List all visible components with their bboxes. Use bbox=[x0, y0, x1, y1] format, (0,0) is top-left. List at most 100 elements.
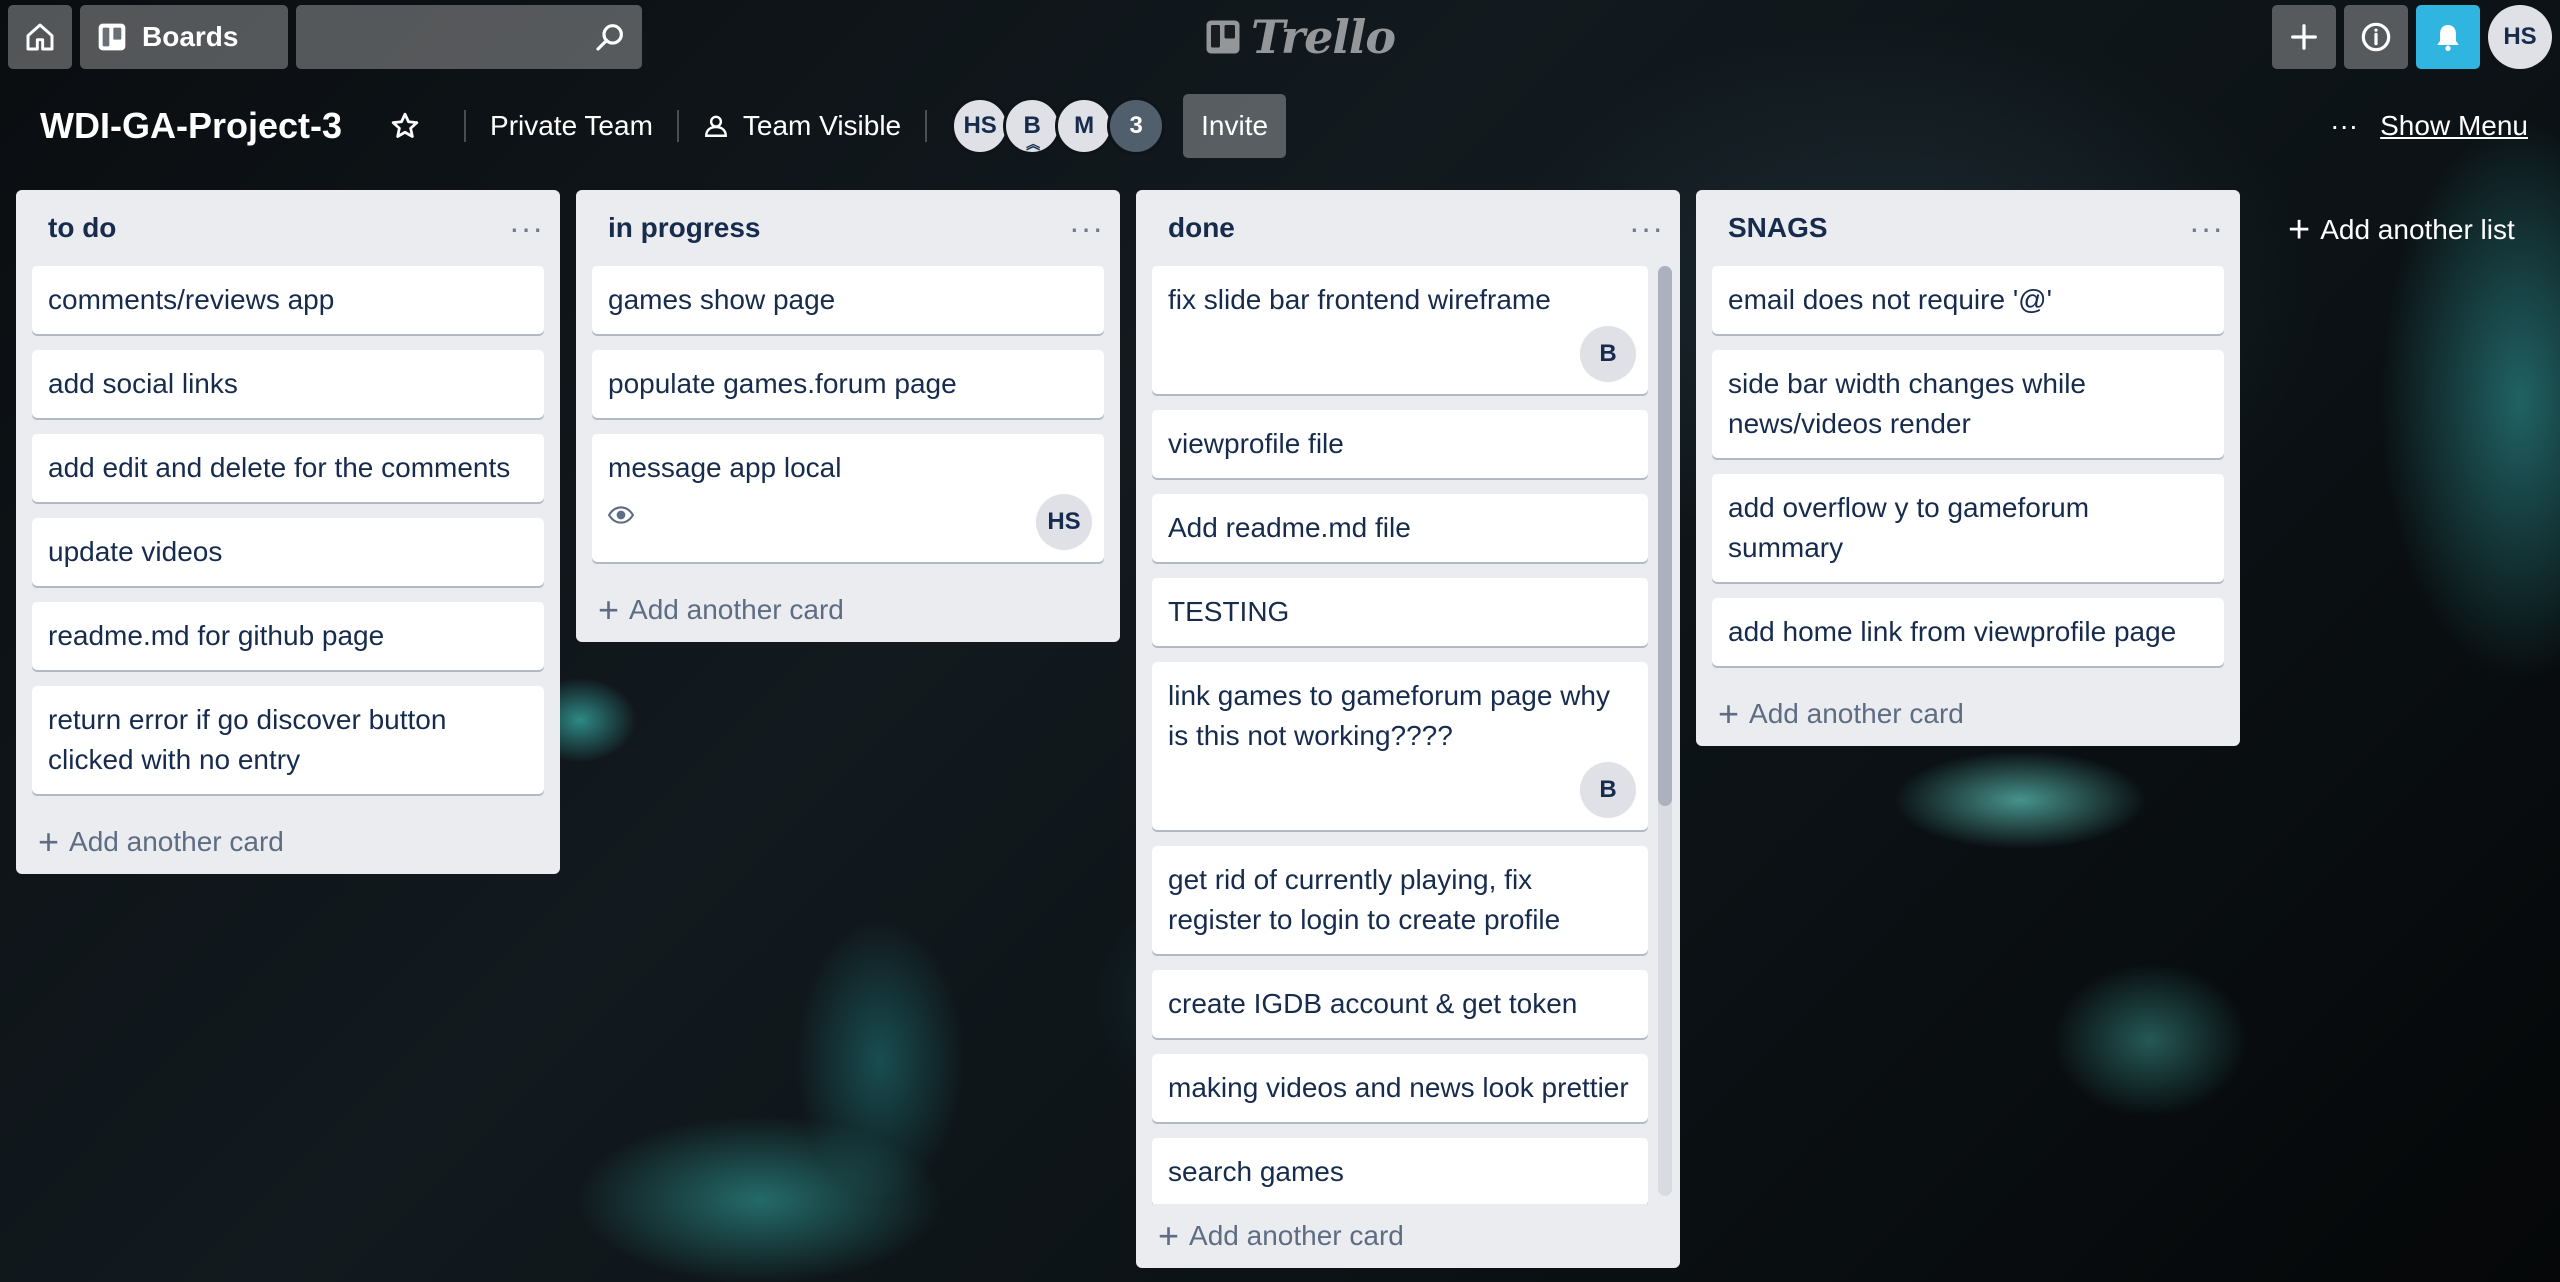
scrollbar-thumb[interactable] bbox=[1658, 266, 1672, 806]
card[interactable]: TESTING bbox=[1152, 578, 1648, 646]
add-card-button[interactable]: + Add another card bbox=[1696, 682, 2240, 746]
show-menu-label: Show Menu bbox=[2380, 110, 2528, 141]
card-member-avatar[interactable]: B bbox=[1580, 762, 1636, 818]
member-avatar[interactable]: M bbox=[1055, 97, 1114, 155]
card[interactable]: side bar width changes while news/videos… bbox=[1712, 350, 2224, 458]
card[interactable]: viewprofile file bbox=[1152, 410, 1648, 478]
card[interactable]: comments/reviews app bbox=[32, 266, 544, 334]
card[interactable]: populate games.forum page bbox=[592, 350, 1104, 418]
trello-logo-text: Trello bbox=[1251, 10, 1396, 64]
add-card-label: Add another card bbox=[1189, 1220, 1404, 1251]
card-title: fix slide bar frontend wireframe bbox=[1168, 284, 1551, 315]
card[interactable]: add edit and delete for the comments bbox=[32, 434, 544, 502]
card-title: message app local bbox=[608, 452, 842, 483]
card-list: email does not require '@' side bar widt… bbox=[1696, 266, 2240, 666]
visibility-button[interactable]: Team Visible bbox=[703, 110, 901, 142]
list-done: done ··· fix slide bar frontend wirefram… bbox=[1136, 190, 1680, 1268]
card-member-avatar[interactable]: HS bbox=[1036, 494, 1092, 550]
card[interactable]: add home link from viewprofile page bbox=[1712, 598, 2224, 666]
card[interactable]: return error if go discover button click… bbox=[32, 686, 544, 794]
plus-icon bbox=[2291, 24, 2317, 50]
list-in-progress: in progress ··· games show page populate… bbox=[576, 190, 1120, 642]
boards-label: Boards bbox=[142, 21, 239, 52]
plus-icon: + bbox=[598, 589, 620, 630]
list-scrollbar[interactable] bbox=[1658, 266, 1672, 1196]
list-title[interactable]: to do bbox=[48, 212, 116, 244]
list-header: SNAGS ··· bbox=[1696, 190, 2240, 266]
card[interactable]: create IGDB account & get token bbox=[1152, 970, 1648, 1038]
star-icon bbox=[391, 112, 419, 138]
card[interactable]: search games bbox=[1152, 1138, 1648, 1204]
star-board-button[interactable] bbox=[390, 111, 420, 141]
card[interactable]: add overflow y to gameforum summary bbox=[1712, 474, 2224, 582]
member-avatar-admin[interactable]: B ︽ bbox=[1003, 97, 1062, 155]
header-separator bbox=[464, 110, 467, 142]
list-title[interactable]: in progress bbox=[608, 212, 760, 244]
card[interactable]: making videos and news look prettier bbox=[1152, 1054, 1648, 1122]
list-to-do: to do ··· comments/reviews app add socia… bbox=[16, 190, 560, 874]
top-navigation-bar: Boards Trello HS bbox=[0, 0, 2560, 74]
list-title[interactable]: SNAGS bbox=[1728, 212, 1828, 244]
more-icon: ··· bbox=[2330, 110, 2359, 141]
home-icon bbox=[26, 23, 54, 51]
search-input[interactable] bbox=[296, 5, 642, 69]
team-name-button[interactable]: Private Team bbox=[490, 110, 653, 142]
list-menu-icon[interactable]: ··· bbox=[1069, 212, 1104, 244]
info-icon bbox=[2361, 22, 2391, 52]
add-list-button[interactable]: + Add another list bbox=[2288, 204, 2515, 256]
card[interactable]: link games to gameforum page why is this… bbox=[1152, 662, 1648, 830]
list-header: in progress ··· bbox=[576, 190, 1120, 266]
member-avatar[interactable]: HS bbox=[951, 97, 1010, 155]
board-title[interactable]: WDI-GA-Project-3 bbox=[40, 105, 342, 147]
add-card-button[interactable]: + Add another card bbox=[16, 810, 560, 874]
board-header: WDI-GA-Project-3 Private Team Team Visib… bbox=[0, 90, 2560, 162]
list-snags: SNAGS ··· email does not require '@' sid… bbox=[1696, 190, 2240, 746]
add-card-label: Add another card bbox=[629, 594, 844, 625]
card-title: link games to gameforum page why is this… bbox=[1168, 680, 1610, 751]
add-card-button[interactable]: + Add another card bbox=[576, 578, 1120, 642]
board-icon bbox=[98, 23, 126, 51]
add-card-button[interactable]: + Add another card bbox=[1136, 1204, 1680, 1268]
user-avatar[interactable]: HS bbox=[2488, 5, 2552, 69]
invite-button[interactable]: Invite bbox=[1183, 94, 1287, 158]
card-list: fix slide bar frontend wireframe B viewp… bbox=[1136, 266, 1680, 1204]
card-list-scroll-area[interactable]: fix slide bar frontend wireframe B viewp… bbox=[1136, 266, 1680, 1204]
card-list: comments/reviews app add social links ad… bbox=[16, 266, 560, 794]
header-separator bbox=[925, 110, 928, 142]
list-header: to do ··· bbox=[16, 190, 560, 266]
list-header: done ··· bbox=[1136, 190, 1680, 266]
plus-icon: + bbox=[1158, 1215, 1180, 1256]
card[interactable]: add social links bbox=[32, 350, 544, 418]
card-member-avatar[interactable]: B bbox=[1580, 326, 1636, 382]
board-members: HS B ︽ M 3 bbox=[951, 97, 1166, 155]
trello-logo-icon bbox=[1206, 20, 1240, 54]
card[interactable]: message app local HS bbox=[592, 434, 1104, 562]
trello-logo[interactable]: Trello bbox=[1205, 10, 1396, 64]
admin-chevron-icon: ︽ bbox=[1026, 136, 1041, 152]
card[interactable]: fix slide bar frontend wireframe B bbox=[1152, 266, 1648, 394]
more-members-count[interactable]: 3 bbox=[1107, 97, 1166, 155]
boards-button[interactable]: Boards bbox=[80, 5, 288, 69]
info-button[interactable] bbox=[2344, 5, 2408, 69]
bell-icon bbox=[2437, 25, 2459, 51]
card[interactable]: get rid of currently playing, fix regist… bbox=[1152, 846, 1648, 954]
list-title[interactable]: done bbox=[1168, 212, 1235, 244]
plus-icon: + bbox=[38, 821, 60, 862]
create-button[interactable] bbox=[2272, 5, 2336, 69]
list-menu-icon[interactable]: ··· bbox=[1629, 212, 1664, 244]
card[interactable]: Add readme.md file bbox=[1152, 494, 1648, 562]
notifications-button[interactable] bbox=[2416, 5, 2480, 69]
search-icon[interactable] bbox=[594, 21, 626, 53]
card[interactable]: email does not require '@' bbox=[1712, 266, 2224, 334]
show-menu-button[interactable]: ··· Show Menu bbox=[2330, 90, 2528, 162]
watching-eye-icon bbox=[607, 496, 1088, 536]
header-separator bbox=[676, 110, 679, 142]
home-button[interactable] bbox=[8, 5, 72, 69]
card[interactable]: games show page bbox=[592, 266, 1104, 334]
visibility-label: Team Visible bbox=[742, 110, 902, 141]
card[interactable]: update videos bbox=[32, 518, 544, 586]
search-box[interactable] bbox=[296, 5, 642, 69]
list-menu-icon[interactable]: ··· bbox=[2189, 212, 2224, 244]
list-menu-icon[interactable]: ··· bbox=[509, 212, 544, 244]
card[interactable]: readme.md for github page bbox=[32, 602, 544, 670]
